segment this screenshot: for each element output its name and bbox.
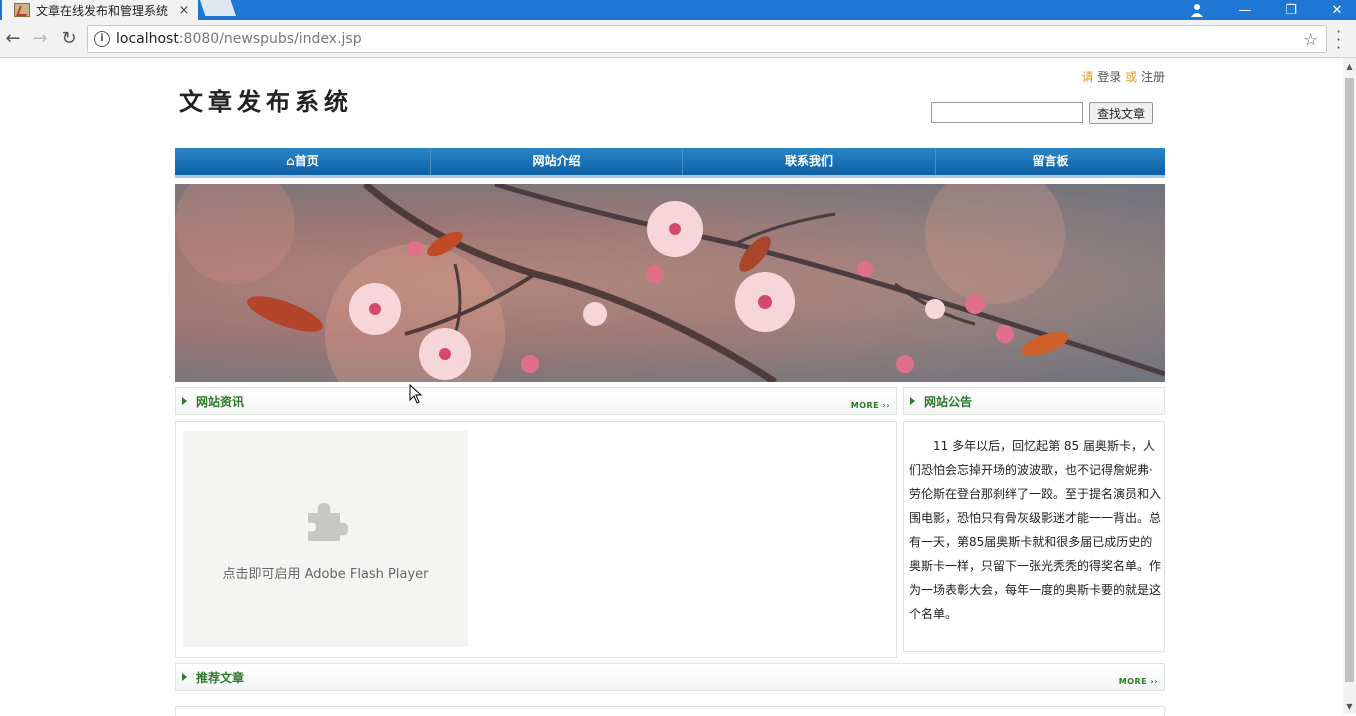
- notice-title: 网站公告: [924, 394, 973, 409]
- flash-caption: 点击即可启用 Adobe Flash Player: [222, 567, 429, 582]
- notice-panel: 11 多年以后，回忆起第 85 届奥斯卡，人们恐怕会忘掉开场的波波歌，也不记得詹…: [903, 421, 1165, 652]
- tab-close-icon[interactable]: ×: [176, 3, 192, 18]
- minimize-icon[interactable]: —: [1222, 3, 1268, 18]
- scroll-down-icon[interactable]: ▼: [1345, 702, 1354, 712]
- login-link[interactable]: 登录: [1097, 70, 1121, 84]
- next-panel: [175, 706, 1165, 716]
- main-nav: ⌂首页 网站介绍 联系我们 留言板: [175, 148, 1165, 178]
- browser-tab[interactable]: 文章在线发布和管理系统 ×: [2, 0, 198, 20]
- nav-item-guestbook[interactable]: 留言板: [936, 148, 1165, 175]
- address-bar[interactable]: i localhost:8080/newspubs/index.jsp ☆: [87, 25, 1327, 53]
- new-tab-button[interactable]: [200, 0, 236, 16]
- site-info-icon[interactable]: i: [94, 31, 110, 47]
- cherry-blossom-image: [175, 184, 1165, 382]
- notice-text: 11 多年以后，回忆起第 85 届奥斯卡，人们恐怕会忘掉开场的波波歌，也不记得詹…: [909, 439, 1162, 621]
- browser-menu-icon[interactable]: · · ·: [1336, 24, 1341, 56]
- auth-or: 或: [1125, 70, 1138, 84]
- plugin-puzzle-icon: [308, 503, 348, 541]
- auth-links: 请 登录 或 注册: [1081, 68, 1165, 85]
- triangle-bullet-icon: [182, 397, 187, 405]
- news-more-link[interactable]: MORE ››: [851, 401, 890, 410]
- close-window-icon[interactable]: ✕: [1314, 3, 1356, 18]
- restore-icon[interactable]: ❐: [1268, 3, 1314, 18]
- banner-image: [175, 184, 1165, 382]
- recommend-more-link[interactable]: MORE ››: [1119, 677, 1158, 686]
- reload-icon[interactable]: ↻: [57, 28, 81, 50]
- browser-tabbar: 文章在线发布和管理系统 × — ❐ ✕: [0, 0, 1356, 20]
- nav-item-home[interactable]: ⌂首页: [175, 148, 431, 175]
- mouse-cursor-icon: [409, 384, 423, 404]
- forward-icon[interactable]: →: [28, 28, 52, 50]
- auth-please: 请: [1081, 70, 1094, 84]
- bookmark-star-icon[interactable]: ☆: [1304, 30, 1318, 49]
- recommend-panel-header: 推荐文章 MORE ››: [175, 663, 1165, 691]
- home-icon: ⌂: [286, 154, 295, 168]
- nav-item-about[interactable]: 网站介绍: [431, 148, 683, 175]
- notice-panel-header: 网站公告: [903, 387, 1165, 415]
- back-icon[interactable]: ←: [1, 28, 25, 50]
- triangle-bullet-icon: [910, 397, 915, 405]
- profile-icon[interactable]: [1187, 0, 1207, 20]
- search-form: 查找文章: [930, 102, 1153, 124]
- flash-plugin-placeholder[interactable]: 点击即可启用 Adobe Flash Player: [183, 431, 468, 647]
- search-button[interactable]: 查找文章: [1088, 102, 1153, 124]
- browser-toolbar: ← → ↻ i localhost:8080/newspubs/index.js…: [0, 20, 1356, 58]
- page-scrollbar[interactable]: ▲ ▼: [1343, 58, 1356, 714]
- recommend-title: 推荐文章: [196, 670, 245, 685]
- site-favicon-icon: [14, 3, 30, 17]
- site-logo: 文章发布系统: [179, 87, 353, 116]
- nav-item-contact[interactable]: 联系我们: [683, 148, 936, 175]
- scroll-up-icon[interactable]: ▲: [1345, 62, 1354, 72]
- news-panel: 点击即可启用 Adobe Flash Player: [175, 421, 897, 658]
- news-panel-header: 网站资讯 MORE ››: [175, 387, 897, 415]
- window-controls: — ❐ ✕: [1222, 0, 1356, 20]
- scroll-thumb[interactable]: [1345, 78, 1354, 682]
- news-title: 网站资讯: [196, 394, 245, 409]
- search-input[interactable]: [930, 102, 1083, 123]
- triangle-bullet-icon: [182, 673, 187, 681]
- url-text: localhost:8080/newspubs/index.jsp: [116, 31, 362, 47]
- tab-title: 文章在线发布和管理系统: [36, 3, 169, 18]
- register-link[interactable]: 注册: [1141, 70, 1165, 84]
